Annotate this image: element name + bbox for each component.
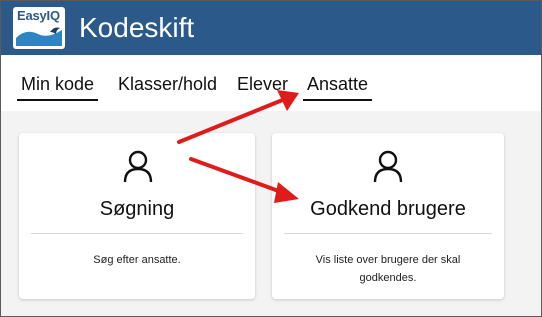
card-title: Godkend brugere [310, 198, 466, 220]
tab-ansatte[interactable]: Ansatte [302, 73, 373, 101]
logo-text: EasyIQ [17, 8, 60, 23]
tab-bar: Min kode Klasser/hold Elever Ansatte [1, 55, 541, 109]
card-title: Søgning [99, 198, 175, 220]
tab-elever[interactable]: Elever [237, 73, 288, 95]
card-godkend-brugere[interactable]: Godkend brugere Vis liste over brugere d… [272, 133, 504, 299]
user-icon [373, 150, 403, 183]
app-window: EasyIQ Kodeskift Min kode Klasser/hold E… [0, 0, 542, 317]
app-title: Kodeskift [79, 12, 195, 43]
card-divider [284, 233, 492, 234]
app-header: EasyIQ Kodeskift [1, 1, 541, 55]
card-description: Søg efter ansatte. [93, 254, 181, 266]
easyiq-logo[interactable]: EasyIQ [13, 7, 65, 49]
content-area: Søgning Søg efter ansatte. Godkend bruge… [1, 111, 541, 316]
logo-wave-icon [16, 27, 62, 46]
card-divider [31, 233, 243, 234]
tab-min-kode[interactable]: Min kode [16, 73, 99, 101]
tab-klasser-hold[interactable]: Klasser/hold [118, 73, 217, 95]
card-description: Vis liste over brugere der skal godkende… [315, 254, 461, 284]
user-icon [123, 150, 153, 183]
card-soegning[interactable]: Søgning Søg efter ansatte. [19, 133, 255, 299]
